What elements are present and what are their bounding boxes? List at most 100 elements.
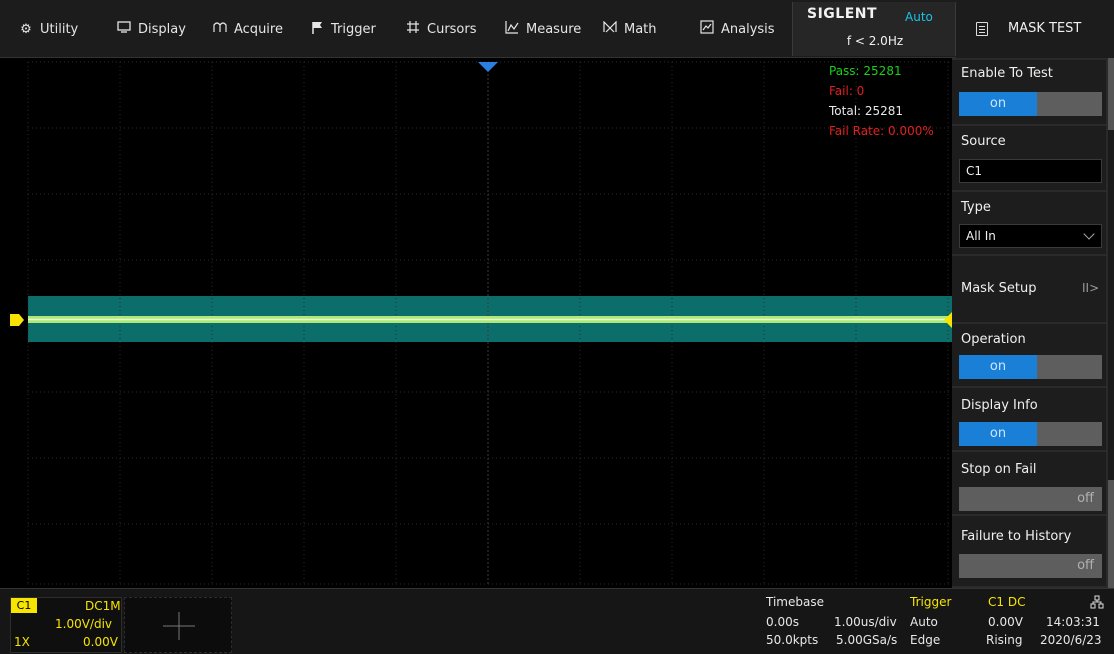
timebase-sample-rate: 5.00GSa/s xyxy=(836,633,898,647)
menu-display-label: Display xyxy=(138,21,186,37)
enable-to-test-value: on xyxy=(959,92,1037,116)
operation-value: on xyxy=(959,355,1037,379)
softkey-operation[interactable]: Operation on xyxy=(952,324,1106,386)
channel1-offset-marker[interactable] xyxy=(10,314,24,326)
trigger-info[interactable]: Trigger Auto Edge C1 DC 0.00V Rising xyxy=(906,593,1030,653)
submenu-arrow-icon: II> xyxy=(1082,281,1100,295)
mask-fail-count: Fail: 0 xyxy=(829,84,865,98)
add-channel-slot[interactable] xyxy=(124,597,232,653)
math-icon xyxy=(602,20,618,37)
stop-on-fail-toggle[interactable]: off xyxy=(959,487,1102,511)
softkey-stop-on-fail[interactable]: Stop on Fail off xyxy=(952,452,1106,514)
menu-analysis-label: Analysis xyxy=(721,21,775,37)
trigger-type: Edge xyxy=(910,633,941,647)
channel1-scale: 1.00V/div xyxy=(55,617,113,631)
type-label: Type xyxy=(961,200,991,215)
display-info-value: on xyxy=(959,422,1037,446)
plus-icon xyxy=(163,612,195,640)
trigger-frequency: f < 2.0Hz xyxy=(846,34,904,48)
waveform-display[interactable]: Pass: 25281 Fail: 0 Total: 25281 Fail Ra… xyxy=(0,58,952,588)
menu-analysis[interactable]: Analysis xyxy=(699,18,775,40)
softkey-display-info[interactable]: Display Info on xyxy=(952,388,1106,450)
source-field[interactable]: C1 xyxy=(959,159,1102,183)
timebase-scale: 1.00us/div xyxy=(834,615,897,629)
menu-math-label: Math xyxy=(624,21,657,37)
type-value: All In xyxy=(966,229,996,243)
menu-display[interactable]: Display xyxy=(116,18,186,40)
monitor-icon xyxy=(116,21,132,37)
flag-icon xyxy=(309,21,325,38)
enable-to-test-label: Enable To Test xyxy=(961,66,1053,81)
stop-on-fail-label: Stop on Fail xyxy=(961,462,1037,477)
bottom-status-bar: C1 DC1M 1.00V/div 1X 0.00V Timebase 0.00… xyxy=(0,588,1114,654)
brand-logo: SIGLENT xyxy=(807,6,878,22)
stop-on-fail-value: off xyxy=(1077,491,1094,506)
menu-acquire-label: Acquire xyxy=(234,21,283,37)
mask-fail-rate: Fail Rate: 0.000% xyxy=(829,124,934,138)
menu-cursors-label: Cursors xyxy=(427,21,477,37)
softkey-failure-to-history[interactable]: Failure to History off xyxy=(952,516,1106,586)
gear-icon: ⚙ xyxy=(20,21,32,37)
failure-to-history-label: Failure to History xyxy=(961,529,1072,544)
trigger-mode: Auto xyxy=(910,615,938,629)
softkey-mask-setup[interactable]: Mask Setup II> xyxy=(952,256,1106,322)
failure-to-history-toggle[interactable]: off xyxy=(959,554,1102,578)
mask-total-count: Total: 25281 xyxy=(829,104,904,118)
analysis-icon xyxy=(699,20,715,38)
channel1-info[interactable]: C1 DC1M 1.00V/div 1X 0.00V xyxy=(10,597,122,653)
menu-trigger-label: Trigger xyxy=(331,21,376,37)
trigger-label: Trigger xyxy=(910,595,952,609)
channel1-coupling: DC1M xyxy=(85,599,121,613)
menu-title-label: MASK TEST xyxy=(1008,21,1082,36)
menu-acquire[interactable]: Acquire xyxy=(212,18,283,40)
operation-label: Operation xyxy=(961,332,1026,347)
timebase-info[interactable]: Timebase 0.00s 1.00us/div 50.0kpts 5.00G… xyxy=(760,593,906,653)
cursors-icon xyxy=(405,20,421,38)
menu-utility[interactable]: ⚙ Utility xyxy=(18,18,78,40)
trigger-source: C1 DC xyxy=(988,595,1026,609)
trigger-status-box: SIGLENT Auto f < 2.0Hz xyxy=(792,2,956,56)
mask-setup-label: Mask Setup xyxy=(961,281,1037,296)
trigger-slope: Rising xyxy=(986,633,1023,647)
mask-pass-count: Pass: 25281 xyxy=(829,64,902,78)
softkey-source[interactable]: Source C1 xyxy=(952,126,1106,190)
menu-measure[interactable]: Measure xyxy=(504,18,581,40)
display-info-toggle[interactable]: on xyxy=(959,422,1102,446)
clock-date: 2020/6/23 xyxy=(1040,633,1102,647)
source-label: Source xyxy=(961,134,1006,149)
softkey-type[interactable]: Type All In xyxy=(952,192,1106,254)
enable-to-test-toggle[interactable]: on xyxy=(959,92,1102,116)
display-info-label: Display Info xyxy=(961,398,1038,413)
channel1-probe: 1X xyxy=(14,635,30,649)
timebase-memory: 50.0kpts xyxy=(766,633,819,647)
trigger-mode-status: Auto xyxy=(905,10,933,24)
timebase-label: Timebase xyxy=(766,595,824,609)
channel1-offset: 0.00V xyxy=(83,635,118,649)
acquire-icon xyxy=(212,21,228,37)
menu-trigger[interactable]: Trigger xyxy=(309,18,376,40)
menu-utility-label: Utility xyxy=(40,21,79,37)
softkey-menu-title: MASK TEST xyxy=(956,0,1114,58)
network-icon xyxy=(1090,595,1104,609)
menu-cursors[interactable]: Cursors xyxy=(405,18,477,40)
chevron-down-icon xyxy=(1083,228,1095,240)
document-icon xyxy=(976,22,988,36)
menu-measure-label: Measure xyxy=(526,21,582,37)
failure-to-history-value: off xyxy=(1077,558,1094,573)
channel1-badge: C1 xyxy=(11,598,37,613)
trigger-level: 0.00V xyxy=(988,615,1023,629)
operation-toggle[interactable]: on xyxy=(959,355,1102,379)
softkey-scrollbar-thumb-lower[interactable] xyxy=(1108,480,1114,588)
graticule xyxy=(10,61,952,585)
type-select[interactable]: All In xyxy=(959,224,1102,248)
top-menu-bar: ⚙ Utility Display Acquire Trigger Cursor… xyxy=(0,0,1114,58)
clock-info: 14:03:31 2020/6/23 xyxy=(1034,593,1112,653)
softkey-scrollbar-thumb[interactable] xyxy=(1108,58,1114,130)
trigger-position-marker[interactable] xyxy=(478,62,498,72)
timebase-delay: 0.00s xyxy=(766,615,799,629)
measure-icon xyxy=(504,20,520,38)
softkey-enable-to-test[interactable]: Enable To Test on xyxy=(952,60,1106,124)
softkey-panel: Enable To Test on Source C1 Type All In … xyxy=(952,58,1114,588)
clock-time: 14:03:31 xyxy=(1046,615,1100,629)
menu-math[interactable]: Math xyxy=(602,18,657,40)
